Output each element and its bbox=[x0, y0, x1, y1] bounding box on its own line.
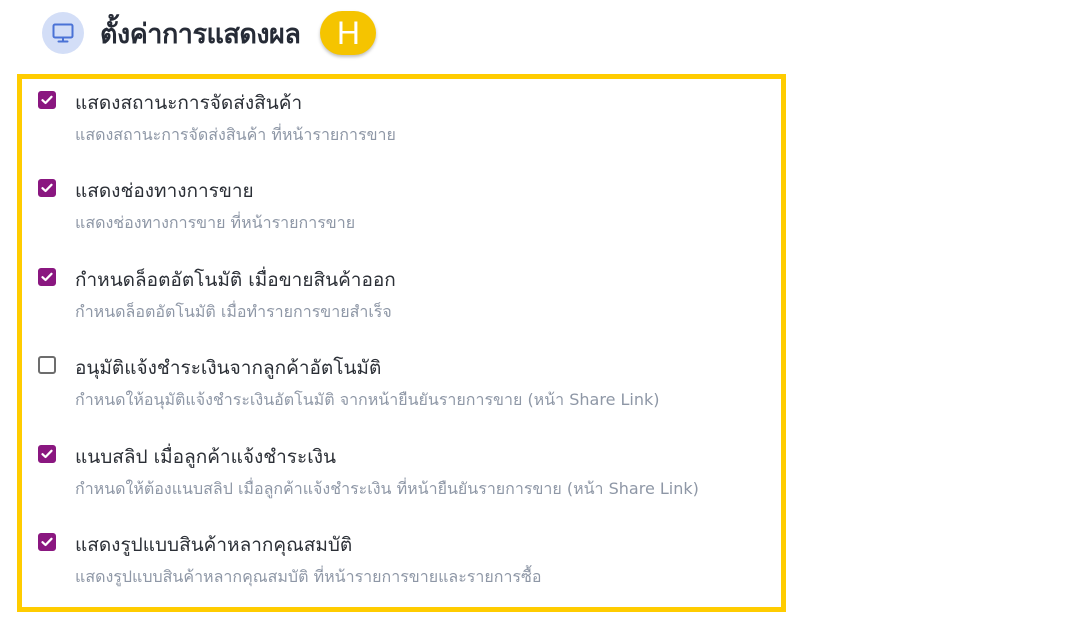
setting-description: กำหนดให้ต้องแนบสลิป เมื่อลูกค้าแจ้งชำระเ… bbox=[75, 479, 699, 498]
check-icon bbox=[41, 272, 53, 282]
check-icon bbox=[41, 449, 53, 459]
monitor-icon bbox=[42, 12, 84, 54]
setting-description: แสดงสถานะการจัดส่งสินค้า ที่หน้ารายการขา… bbox=[75, 125, 396, 144]
setting-description: แสดงรูปแบบสินค้าหลากคุณสมบัติ ที่หน้าราย… bbox=[75, 567, 542, 586]
checkbox-attach-slip[interactable] bbox=[38, 445, 56, 463]
setting-show-shipping-status: แสดงสถานะการจัดส่งสินค้า แสดงสถานะการจัด… bbox=[22, 79, 781, 149]
setting-auto-lot: กำหนดล็อตอัตโนมัติ เมื่อขายสินค้าออก กำห… bbox=[22, 256, 781, 326]
setting-label: แสดงรูปแบบสินค้าหลากคุณสมบัติ bbox=[75, 534, 353, 556]
checkbox-auto-approve-payment[interactable] bbox=[38, 356, 56, 374]
checkbox-show-shipping-status[interactable] bbox=[38, 91, 56, 109]
setting-label: อนุมัติแจ้งชำระเงินจากลูกค้าอัตโนมัติ bbox=[75, 357, 382, 379]
check-icon bbox=[41, 537, 53, 547]
checkbox-show-sales-channel[interactable] bbox=[38, 179, 56, 197]
settings-panel: แสดงสถานะการจัดส่งสินค้า แสดงสถานะการจัด… bbox=[17, 74, 786, 612]
setting-label: แสดงสถานะการจัดส่งสินค้า bbox=[75, 92, 303, 114]
setting-description: กำหนดให้อนุมัติแจ้งชำระเงินอัตโนมัติ จาก… bbox=[75, 390, 660, 409]
check-icon bbox=[41, 95, 53, 105]
setting-auto-approve-payment: อนุมัติแจ้งชำระเงินจากลูกค้าอัตโนมัติ กำ… bbox=[22, 344, 781, 414]
setting-description: กำหนดล็อตอัตโนมัติ เมื่อทำรายการขายสำเร็… bbox=[75, 302, 392, 321]
check-icon bbox=[41, 183, 53, 193]
setting-label: แสดงช่องทางการขาย bbox=[75, 180, 254, 202]
checkbox-auto-lot[interactable] bbox=[38, 268, 56, 286]
page-title: ตั้งค่าการแสดงผล bbox=[100, 18, 301, 50]
setting-description: แสดงช่องทางการขาย ที่หน้ารายการขาย bbox=[75, 213, 356, 232]
checkbox-show-variant-format[interactable] bbox=[38, 533, 56, 551]
setting-show-sales-channel: แสดงช่องทางการขาย แสดงช่องทางการขาย ที่ห… bbox=[22, 167, 781, 237]
setting-attach-slip: แนบสลิป เมื่อลูกค้าแจ้งชำระเงิน กำหนดให้… bbox=[22, 433, 781, 503]
setting-label: กำหนดล็อตอัตโนมัติ เมื่อขายสินค้าออก bbox=[75, 269, 396, 291]
display-settings-header: ตั้งค่าการแสดงผล H bbox=[42, 10, 377, 56]
marker-badge: H bbox=[320, 11, 377, 55]
setting-show-variant-format: แสดงรูปแบบสินค้าหลากคุณสมบัติ แสดงรูปแบบ… bbox=[22, 521, 781, 591]
setting-label: แนบสลิป เมื่อลูกค้าแจ้งชำระเงิน bbox=[75, 446, 336, 468]
